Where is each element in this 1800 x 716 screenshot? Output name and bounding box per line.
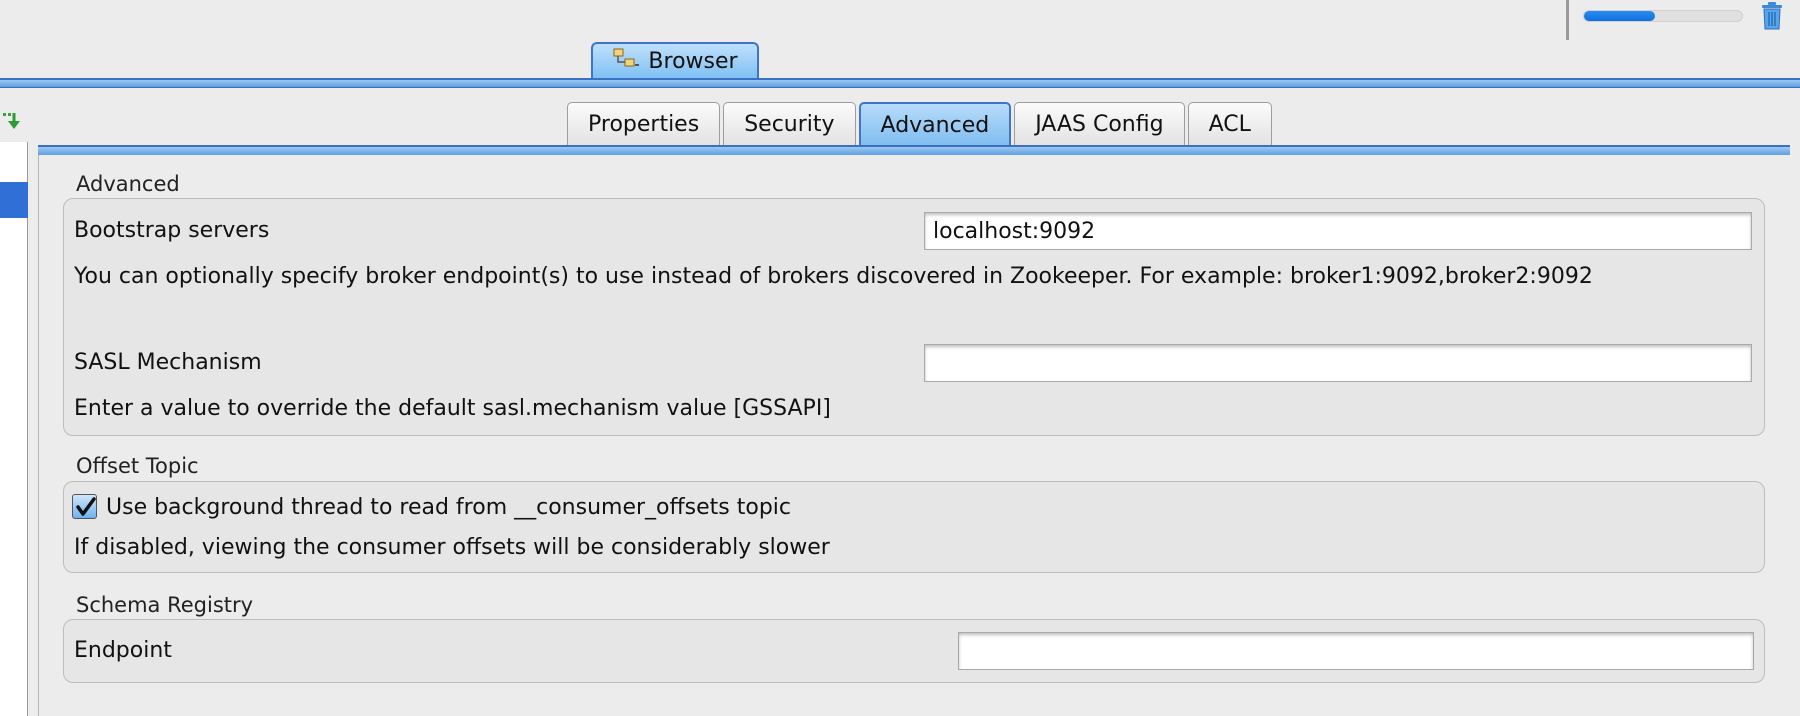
offset-topic-help: If disabled, viewing the consumer offset… bbox=[74, 535, 830, 560]
memory-progress-fill bbox=[1584, 11, 1656, 21]
memory-progress-bar bbox=[1583, 10, 1743, 22]
left-tree-selected-row[interactable] bbox=[0, 182, 28, 218]
tree-browser-icon bbox=[612, 47, 640, 75]
left-tree-panel[interactable] bbox=[0, 142, 28, 716]
sasl-mechanism-input[interactable] bbox=[924, 344, 1752, 382]
browser-tab-strip bbox=[0, 78, 1800, 88]
background-thread-checkbox[interactable] bbox=[72, 494, 97, 519]
toolbar-divider bbox=[1566, 0, 1569, 40]
tab-browser[interactable]: Browser bbox=[591, 42, 759, 78]
bootstrap-servers-label: Bootstrap servers bbox=[74, 218, 270, 243]
sasl-mechanism-label: SASL Mechanism bbox=[74, 350, 262, 375]
tab-security[interactable]: Security bbox=[723, 102, 856, 146]
bootstrap-servers-help: You can optionally specify broker endpoi… bbox=[74, 264, 1593, 289]
tab-browser-label: Browser bbox=[648, 48, 738, 74]
section-title-schema-registry: Schema Registry bbox=[76, 593, 254, 617]
tab-advanced[interactable]: Advanced bbox=[858, 102, 1012, 146]
checkmark-icon bbox=[76, 497, 96, 516]
trash-icon[interactable] bbox=[1761, 2, 1783, 30]
settings-tabs: Properties Security Advanced JAAS Config… bbox=[567, 102, 1272, 146]
tab-properties[interactable]: Properties bbox=[567, 102, 721, 146]
endpoint-input[interactable] bbox=[958, 632, 1754, 670]
section-title-offset-topic: Offset Topic bbox=[76, 454, 199, 478]
background-thread-label[interactable]: Use background thread to read from __con… bbox=[106, 495, 791, 520]
import-arrow-icon[interactable] bbox=[2, 110, 24, 132]
tab-acl[interactable]: ACL bbox=[1187, 102, 1272, 146]
tab-jaas-config[interactable]: JAAS Config bbox=[1014, 102, 1185, 146]
bootstrap-servers-input[interactable] bbox=[924, 212, 1752, 250]
settings-tab-strip bbox=[38, 145, 1790, 155]
sasl-mechanism-help: Enter a value to override the default sa… bbox=[74, 396, 831, 421]
section-title-advanced: Advanced bbox=[76, 172, 180, 196]
endpoint-label: Endpoint bbox=[74, 638, 172, 663]
